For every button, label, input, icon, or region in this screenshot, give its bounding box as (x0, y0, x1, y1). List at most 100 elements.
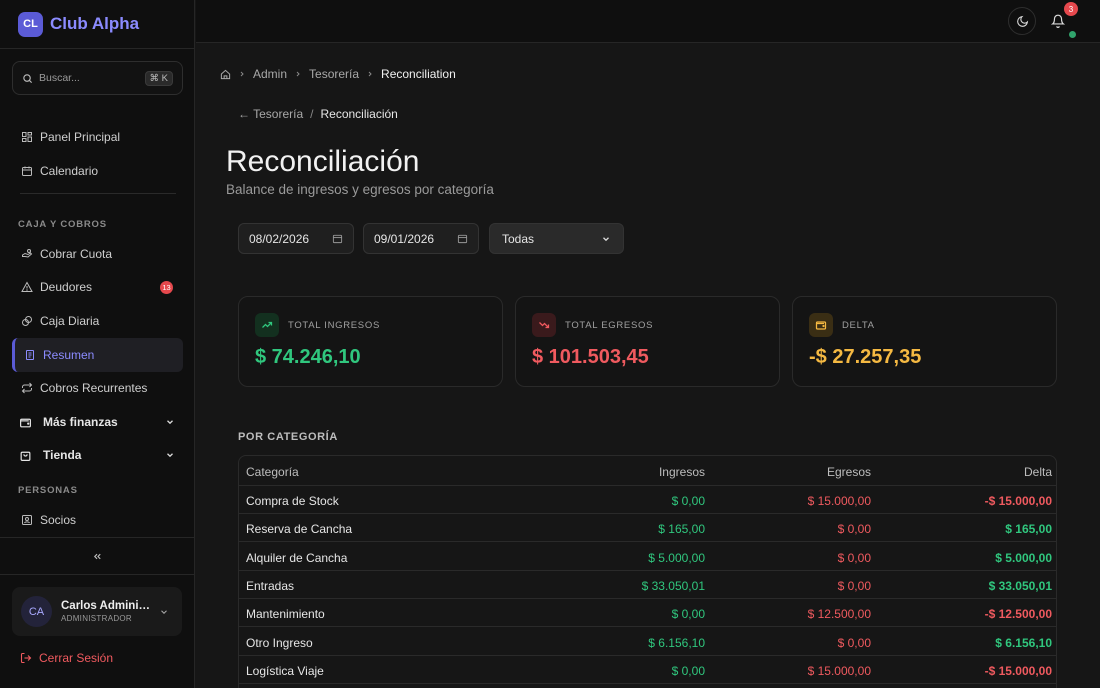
cell-egresos: $ 12.500,00 (807, 607, 871, 622)
nav-item-panel-principal[interactable]: Panel Principal (12, 120, 183, 154)
repeat-icon (21, 382, 33, 394)
category-select-value: Todas (502, 231, 535, 246)
column-header[interactable]: Ingresos (659, 465, 705, 479)
card-label: TOTAL EGRESOS (565, 320, 654, 331)
coins-icon (21, 315, 33, 327)
category-table: Categoría Ingresos Egresos Delta Compra … (238, 455, 1057, 688)
user-name: Carlos Administrador (61, 600, 153, 612)
back-nav: ← Tesorería / Reconciliación (238, 107, 398, 121)
cell-delta: -$ 15.000,00 (984, 663, 1052, 678)
card-label: DELTA (842, 320, 875, 331)
section-label-caja: CAJA Y COBROS (18, 219, 107, 230)
back-nav-separator: / (310, 107, 314, 121)
table-row: Compra de Stock $ 0,00 $ 15.000,00 -$ 15.00… (239, 486, 1056, 514)
nav-item-calendario[interactable]: Calendario (12, 154, 183, 188)
logout-button[interactable]: Cerrar Sesión (20, 651, 113, 665)
page-subtitle: Balance de ingresos y egresos por catego… (226, 182, 494, 197)
cell-categoria: Compra de Stock (246, 494, 339, 508)
cell-ingresos: $ 0,00 (671, 663, 705, 678)
column-header[interactable]: Delta (1024, 465, 1052, 479)
cell-ingresos: $ 0,00 (671, 607, 705, 622)
cell-ingresos: $ 33.050,01 (641, 578, 705, 593)
home-icon[interactable] (220, 69, 231, 80)
date-to-input[interactable]: 09/01/2026 (363, 223, 479, 254)
date-to-value: 09/01/2026 (374, 231, 435, 246)
date-from-value: 08/02/2026 (249, 231, 310, 246)
chevron-down-icon (165, 450, 175, 460)
cell-egresos: $ 0,00 (837, 635, 871, 650)
breadcrumb-tesoreria[interactable]: Tesorería (309, 67, 359, 81)
calendar-icon (21, 165, 33, 177)
cell-delta: $ 165,00 (1005, 522, 1052, 537)
shopping-bag-icon (19, 449, 32, 462)
nav-item-deudores[interactable]: Deudores 13 (12, 270, 183, 304)
nav-item-label: Calendario (40, 164, 99, 178)
cell-egresos: $ 15.000,00 (807, 494, 871, 508)
cell-ingresos: $ 5.000,00 (648, 550, 705, 565)
nav-item-label: Caja Diaria (40, 314, 100, 328)
back-link[interactable]: ← Tesorería (238, 107, 303, 121)
nav-item-socios[interactable]: Socios (12, 503, 183, 537)
avatar: CA (21, 596, 52, 627)
cell-categoria: Mantenimiento (246, 607, 325, 622)
dashboard-icon (21, 131, 33, 143)
delta-card: DELTA -$ 27.257,35 (792, 296, 1057, 387)
nav-item-label: Panel Principal (40, 130, 121, 144)
brand[interactable]: CL Club Alpha (0, 0, 195, 49)
card-value: -$ 27.257,35 (809, 346, 922, 368)
nav-group-mas-finanzas[interactable]: Más finanzas (12, 405, 183, 439)
chevron-down-icon (165, 417, 175, 427)
cell-egresos: $ 0,00 (837, 522, 871, 537)
logout-label: Cerrar Sesión (39, 651, 114, 665)
category-select[interactable]: Todas (489, 223, 624, 254)
calendar-icon[interactable] (457, 233, 468, 244)
nav-item-label: Tienda (43, 448, 82, 462)
cell-categoria: Logística Viaje (246, 663, 324, 678)
logout-icon (20, 652, 39, 664)
nav-item-caja-diaria[interactable]: Caja Diaria (12, 304, 183, 338)
cell-categoria: Entradas (246, 578, 295, 593)
cell-egresos: $ 0,00 (837, 578, 871, 593)
breadcrumb: Admin Tesorería Reconciliation (220, 67, 456, 81)
table-row: Logística Viaje $ 0,00 $ 15.000,00 -$ 15.00… (239, 656, 1056, 684)
table-row: Otro Ingreso $ 6.156,10 $ 0,00 $ 6.156,10 (239, 628, 1056, 656)
nav-item-resumen[interactable]: Resumen (12, 338, 183, 372)
nav-item-label: Más finanzas (43, 415, 118, 429)
nav-group-tienda[interactable]: Tienda (12, 438, 183, 472)
nav-item-cobrar-cuota[interactable]: Cobrar Cuota (12, 237, 183, 271)
column-header[interactable]: Categoría (246, 465, 299, 479)
card-value: $ 101.503,45 (532, 346, 649, 368)
search-shortcut: ⌘ K (144, 70, 173, 86)
wallet-icon (19, 416, 32, 429)
wallet-icon (809, 313, 833, 337)
trending-down-icon (532, 313, 556, 337)
collapse-sidebar-button[interactable] (0, 537, 195, 575)
sidebar: CL Club Alpha Buscar... ⌘ K Panel Princi… (0, 0, 195, 688)
column-header[interactable]: Egresos (827, 465, 871, 479)
receipt-icon (24, 349, 36, 361)
user-role: ADMINISTRADOR (61, 614, 133, 623)
table-row: Alquiler de Cancha $ 5.000,00 $ 0,00 $ 5.00… (239, 543, 1056, 571)
nav-item-label: Resumen (43, 348, 95, 362)
nav-item-label: Socios (40, 513, 77, 527)
cell-ingresos: $ 0,00 (671, 494, 705, 508)
hand-coins-icon (21, 248, 33, 260)
brand-name: Club Alpha (50, 14, 140, 33)
theme-toggle-button[interactable] (1008, 7, 1036, 35)
nav-item-label: Deudores (40, 280, 93, 294)
search-icon (22, 73, 33, 84)
cell-egresos: $ 0,00 (837, 550, 871, 565)
chevron-down-icon (159, 607, 169, 617)
breadcrumb-admin[interactable]: Admin (253, 67, 287, 81)
date-from-input[interactable]: 08/02/2026 (238, 223, 354, 254)
search-input[interactable]: Buscar... ⌘ K (12, 61, 183, 95)
user-menu[interactable]: CA Carlos Administrador ADMINISTRADOR (12, 587, 182, 636)
calendar-icon[interactable] (332, 233, 343, 244)
nav-item-cobros-recurrentes[interactable]: Cobros Recurrentes (12, 371, 183, 405)
back-nav-current: Reconciliación (320, 107, 398, 121)
cell-delta: $ 33.050,01 (988, 578, 1052, 593)
cell-categoria: Alquiler de Cancha (246, 550, 348, 565)
search-placeholder: Buscar... (39, 72, 80, 84)
cell-ingresos: $ 6.156,10 (648, 635, 705, 650)
chevron-right-icon (294, 70, 302, 78)
